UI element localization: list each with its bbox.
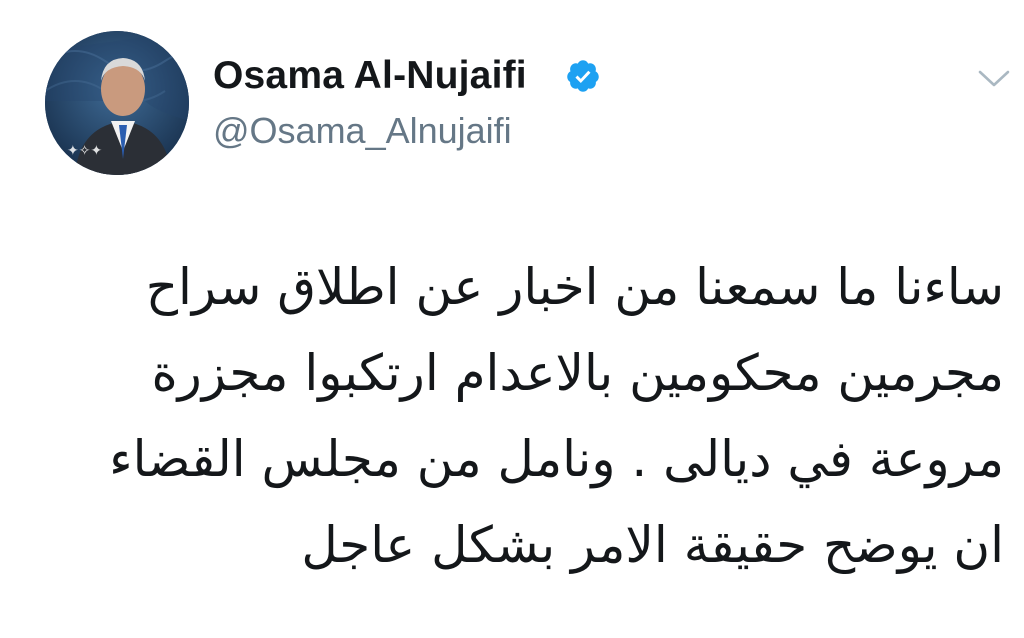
verified-badge-icon <box>567 60 599 92</box>
svg-text:✦✧✦: ✦✧✦ <box>67 143 102 159</box>
avatar-image: ✦✧✦ <box>45 31 189 175</box>
tweet-text-line: مروعة في ديالى . ونامل من مجلس القضاء <box>109 430 1004 488</box>
author-display-name[interactable]: Osama Al-Nujaifi <box>213 54 527 98</box>
author-avatar[interactable]: ✦✧✦ <box>45 31 189 175</box>
tweet-text-line: ان يوضح حقيقة الامر بشكل عاجل <box>301 516 1004 574</box>
author-handle[interactable]: @Osama_Alnujaifi <box>213 110 512 152</box>
chevron-down-icon[interactable] <box>977 68 1011 90</box>
tweet-text-line: ساءنا ما سمعنا من اخبار عن اطلاق سراح <box>145 258 1004 316</box>
tweet-text: ساءنا ما سمعنا من اخبار عن اطلاق سراح مج… <box>44 244 1004 588</box>
tweet-text-line: مجرمين محكومين بالاعدام ارتكبوا مجزرة <box>151 344 1004 402</box>
